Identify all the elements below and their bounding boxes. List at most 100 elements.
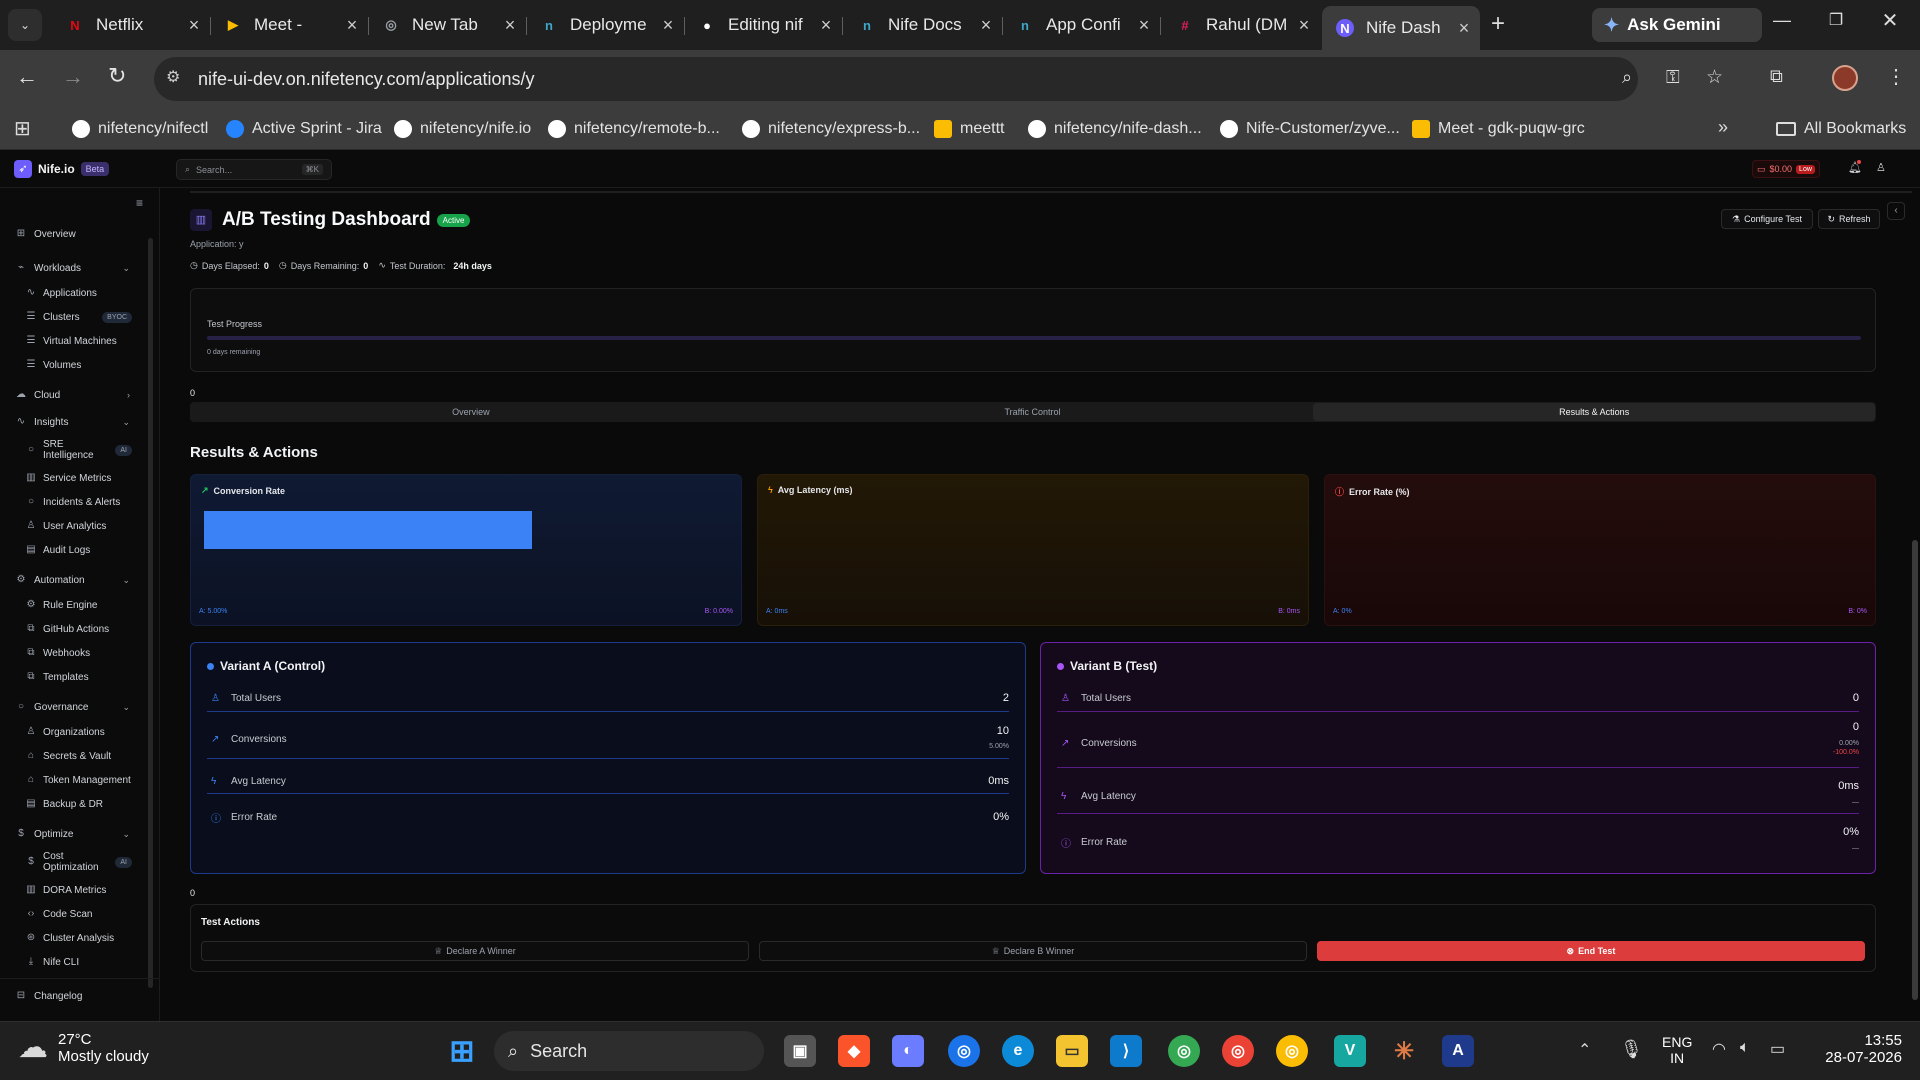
bookmark-item[interactable]: nifetency/nife-dash... — [1028, 116, 1202, 142]
bookmark-item[interactable]: nifetency/express-b... — [742, 116, 920, 142]
clock[interactable]: 13:55 28-07-2026 — [1816, 1032, 1902, 1066]
tray-overflow-icon[interactable]: ⌃ — [1578, 1040, 1591, 1060]
reload-button[interactable]: ↻ — [108, 63, 126, 89]
forward-button[interactable]: → — [62, 64, 84, 90]
language-indicator[interactable]: ENG IN — [1662, 1034, 1692, 1066]
tab-overview[interactable]: Overview — [190, 407, 752, 417]
new-tab-button[interactable]: + — [1486, 10, 1510, 40]
sidebar-item-clusters[interactable]: ☰ Clusters BYOC — [0, 307, 150, 327]
copilot-icon[interactable]: ◐ — [892, 1035, 924, 1067]
declare-b-winner-button[interactable]: ♕ Declare B Winner — [759, 941, 1307, 961]
url-text[interactable]: nife-ui-dev.on.nifetency.com/application… — [198, 69, 535, 90]
sidebar-item-service-metrics[interactable]: ▥ Service Metrics — [0, 468, 150, 488]
app-icon[interactable]: A — [1442, 1035, 1474, 1067]
app-icon[interactable]: V — [1334, 1035, 1366, 1067]
sidebar-item-nife-cli[interactable]: ⤓ Nife CLI — [0, 952, 150, 972]
bookmark-item[interactable]: Active Sprint - Jira — [226, 116, 382, 142]
ask-gemini-button[interactable]: ✦ Ask Gemini — [1592, 8, 1762, 42]
chrome-icon[interactable]: ◎ — [1276, 1035, 1308, 1067]
user-icon[interactable]: ♙ — [1876, 161, 1886, 174]
restore-button[interactable]: ❐ — [1816, 10, 1856, 40]
sidebar-item-audit-logs[interactable]: ▤ Audit Logs — [0, 540, 150, 560]
search-input[interactable]: ⌕ Search... ⌘K — [176, 159, 332, 180]
browser-tab[interactable]: ● Editing nif × — [684, 8, 842, 42]
zoom-icon[interactable]: ⌕ — [1622, 67, 1632, 88]
sidebar-item-virtual-machines[interactable]: ☰ Virtual Machines — [0, 331, 150, 351]
close-tab-icon[interactable]: × — [342, 15, 362, 36]
windows-start-icon[interactable]: ⊞ — [446, 1035, 478, 1068]
sidebar-item-incidents-alerts[interactable]: ○ Incidents & Alerts — [0, 492, 150, 512]
sidebar-group-insights[interactable]: ∿ Insights ⌄ — [0, 412, 150, 432]
bookmark-item[interactable]: nifetency/nife.io — [394, 116, 531, 142]
volume-icon[interactable]: 🔈︎ — [1740, 1039, 1750, 1057]
wifi-icon[interactable]: ◠ — [1712, 1039, 1726, 1059]
browser-tab[interactable]: n App Confi × — [1002, 8, 1160, 42]
sidebar-item-secrets-vault[interactable]: ⌂ Secrets & Vault — [0, 746, 150, 766]
end-test-button[interactable]: ⊗ End Test — [1317, 941, 1865, 961]
claude-icon[interactable]: ✳ — [1388, 1035, 1420, 1067]
file-explorer-icon[interactable]: ▭ — [1056, 1035, 1088, 1067]
collapse-panel-button[interactable]: ‹ — [1887, 202, 1905, 220]
bookmark-item[interactable]: Meet - gdk-puqw-grc — [1412, 116, 1585, 142]
close-tab-icon[interactable]: × — [816, 15, 836, 36]
sidebar-item-github-actions[interactable]: ⧉ GitHub Actions — [0, 619, 150, 639]
close-tab-icon[interactable]: × — [184, 15, 204, 36]
close-tab-icon[interactable]: × — [1134, 15, 1154, 36]
close-tab-icon[interactable]: × — [1294, 15, 1314, 36]
main-scrollbar[interactable] — [1912, 540, 1918, 1000]
close-window-button[interactable]: ✕ — [1870, 8, 1910, 38]
credit-balance[interactable]: ▭ $0.00 Low — [1752, 160, 1820, 178]
edge-icon[interactable]: e — [1002, 1035, 1034, 1067]
sidebar-group-governance[interactable]: ○ Governance ⌄ — [0, 697, 150, 717]
weather-widget[interactable]: ☁︎ 27°C Mostly cloudy — [18, 1030, 149, 1065]
close-tab-icon[interactable]: × — [500, 15, 520, 36]
sidebar-item-overview[interactable]: ⊞ Overview — [0, 224, 150, 244]
site-info-icon[interactable]: ⚙ — [166, 67, 180, 87]
chrome-icon[interactable]: ◎ — [1222, 1035, 1254, 1067]
brave-icon[interactable]: ◆ — [838, 1035, 870, 1067]
sidebar-item-templates[interactable]: ⧉ Templates — [0, 667, 150, 687]
more-bookmarks-icon[interactable]: » — [1718, 117, 1728, 138]
close-tab-icon[interactable]: × — [658, 15, 678, 36]
vscode-icon[interactable]: ⟩ — [1110, 1035, 1142, 1067]
browser-tab[interactable]: n Nife Docs × — [844, 8, 1002, 42]
tab-search-button[interactable]: ⌄ — [8, 9, 42, 41]
browser-menu-icon[interactable]: ⋮ — [1886, 64, 1906, 89]
bookmark-item[interactable]: nifetency/remote-b... — [548, 116, 720, 142]
browser-tab[interactable]: # Rahul (DM × — [1162, 8, 1320, 42]
sidebar-group-cloud[interactable]: ☁︎ Cloud › — [0, 385, 150, 405]
sidebar-item-rule-engine[interactable]: ⚙ Rule Engine — [0, 595, 150, 615]
sidebar-item-code-scan[interactable]: ‹› Code Scan — [0, 904, 150, 924]
sidebar-item-sre-intelligence[interactable]: ○ SRE Intelligence AI — [0, 437, 150, 463]
task-view-icon[interactable]: ▣ — [784, 1035, 816, 1067]
sidebar-item-volumes[interactable]: ☰ Volumes — [0, 355, 150, 375]
configure-test-button[interactable]: ⚗ Configure Test — [1721, 209, 1813, 229]
apps-grid-icon[interactable]: ⊞ — [14, 116, 31, 141]
sidebar-item-cost-optimization[interactable]: $ Cost Optimization AI — [0, 849, 150, 875]
sidebar-item-dora-metrics[interactable]: ▥ DORA Metrics — [0, 880, 150, 900]
sidebar-item-changelog[interactable]: ⊟ Changelog — [0, 986, 150, 1006]
sidebar-toggle-icon[interactable]: ≡ — [136, 196, 143, 210]
sidebar-item-user-analytics[interactable]: ♙ User Analytics — [0, 516, 150, 536]
sidebar-item-backup-dr[interactable]: ▤ Backup & DR — [0, 794, 150, 814]
browser-tab[interactable]: N Netflix × — [52, 8, 210, 42]
minimize-button[interactable]: — — [1762, 10, 1802, 40]
bookmark-item[interactable]: meettt — [934, 116, 1004, 142]
back-button[interactable]: ← — [16, 64, 38, 90]
sidebar-item-applications[interactable]: ∿ Applications — [0, 283, 150, 303]
sidebar-item-cluster-analysis[interactable]: ⊛ Cluster Analysis — [0, 928, 150, 948]
sidebar-item-webhooks[interactable]: ⧉ Webhooks — [0, 643, 150, 663]
sidebar-group-automation[interactable]: ⚙ Automation ⌄ — [0, 570, 150, 590]
chrome-icon[interactable]: ◎ — [948, 1035, 980, 1067]
sidebar-group-optimize[interactable]: $ Optimize ⌄ — [0, 824, 150, 844]
battery-icon[interactable]: ▭ — [1770, 1039, 1785, 1059]
bookmark-item[interactable]: nifetency/nifectl — [72, 116, 208, 142]
address-bar[interactable]: ⚙ nife-ui-dev.on.nifetency.com/applicati… — [154, 57, 1723, 101]
taskbar-search[interactable]: ⌕ Search — [494, 1031, 764, 1071]
close-tab-icon[interactable]: × — [976, 15, 996, 36]
chrome-icon[interactable]: ◎ — [1168, 1035, 1200, 1067]
sidebar-scrollbar[interactable] — [148, 238, 153, 988]
extensions-icon[interactable]: ⧉ — [1770, 66, 1783, 87]
profile-avatar[interactable] — [1832, 65, 1858, 91]
browser-tab[interactable]: N Nife Dash × — [1322, 6, 1480, 50]
